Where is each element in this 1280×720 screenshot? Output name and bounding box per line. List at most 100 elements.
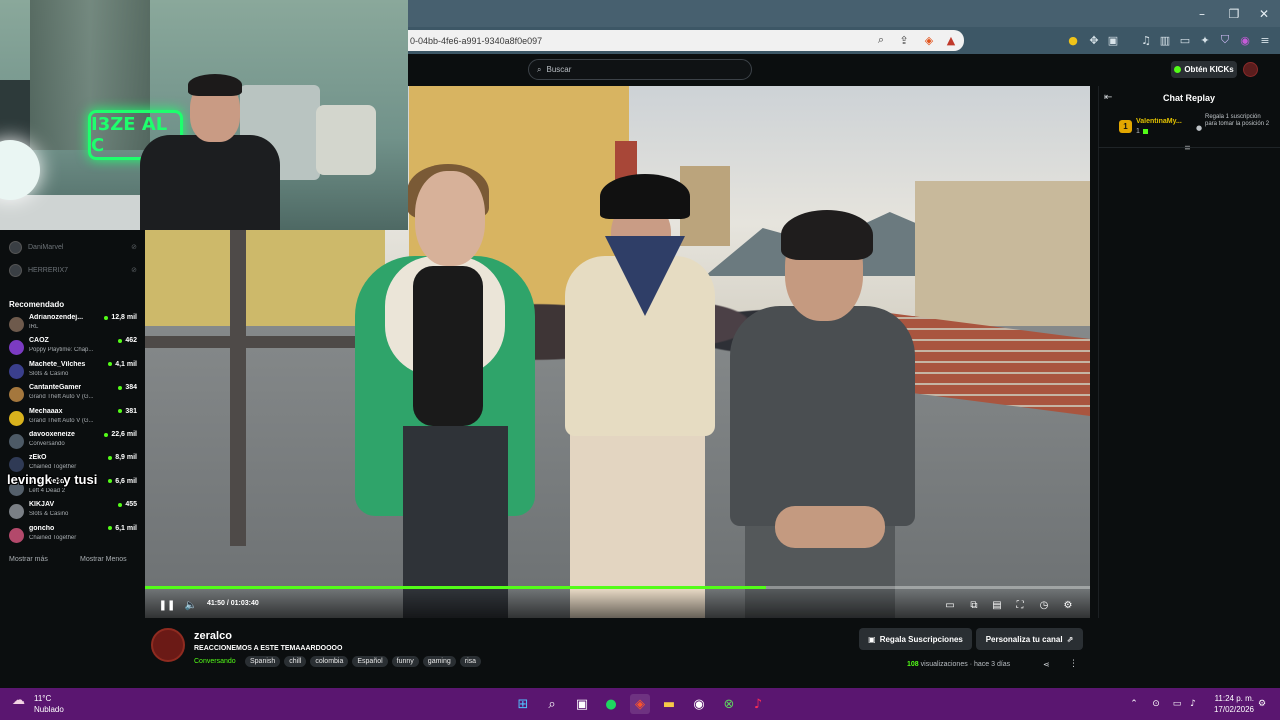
stream-tag[interactable]: Spanish: [245, 656, 281, 667]
streamer-avatar[interactable]: [151, 628, 185, 662]
search-input[interactable]: ⌕ Buscar: [528, 59, 752, 80]
profile-icon[interactable]: ◉: [1238, 33, 1252, 47]
tiktok-icon[interactable]: ♪: [748, 694, 768, 714]
recommended-channel[interactable]: goncho Chained Together 6,1 mil: [9, 525, 137, 547]
more-options-icon[interactable]: ⋮: [1069, 659, 1078, 669]
sidebar-following-item[interactable]: HERRERIX7 ⊘: [9, 263, 137, 277]
channel-name: KIKJAV: [29, 501, 55, 509]
theater-mode-icon[interactable]: ▭: [943, 598, 957, 612]
fullscreen-icon[interactable]: ⛶: [1013, 598, 1027, 612]
sidebar-icon[interactable]: ▥: [1158, 33, 1172, 47]
live-dot-icon: [118, 338, 123, 343]
get-kicks-button[interactable]: Obtén KICKs: [1171, 61, 1237, 78]
minimize-button[interactable]: –: [1186, 0, 1218, 27]
chat-divider: [1098, 147, 1280, 148]
avatar: [9, 504, 24, 520]
recommended-channel[interactable]: Adrianozendej... IRL 12,8 mil: [9, 314, 137, 336]
spotify-icon[interactable]: ●: [601, 694, 621, 714]
recommended-channel[interactable]: Mechaaax Grand Theft Auto V (G... 381: [9, 408, 137, 430]
video-background: [230, 226, 246, 546]
recommended-channel[interactable]: davooxeneize Conversando 22,6 mil: [9, 431, 137, 453]
brave-shield-icon[interactable]: ◈: [922, 33, 936, 47]
avatar: [9, 240, 22, 254]
live-dot-icon: [118, 385, 123, 390]
avatar: [9, 457, 24, 473]
menu-icon[interactable]: ≡: [1258, 33, 1272, 47]
kick-coin-icon: [1174, 66, 1182, 73]
cloud-icon[interactable]: ☁: [12, 693, 30, 711]
network-icon[interactable]: ▭: [1171, 698, 1183, 710]
avatar: [9, 363, 24, 379]
channel-category: Chained Together: [29, 534, 77, 541]
leo-icon[interactable]: ✦: [1198, 33, 1212, 47]
weather-description[interactable]: Nublado: [34, 705, 64, 714]
notification-icon[interactable]: ⚙: [1256, 698, 1268, 710]
xbox-icon[interactable]: ⊗: [719, 694, 739, 714]
pause-icon[interactable]: ❚❚: [159, 598, 176, 612]
gift-subs-button[interactable]: ▣ Regala Suscripciones: [859, 628, 972, 650]
brave-rewards-icon[interactable]: ▲: [944, 33, 958, 47]
weather-temperature[interactable]: 11°C: [34, 694, 51, 703]
task-view-icon[interactable]: ▣: [572, 694, 592, 714]
recommended-channel[interactable]: Machete_Vilches Slots & Casino 4,1 mil: [9, 361, 137, 383]
settings-icon[interactable]: ⚙: [1061, 598, 1075, 612]
video-background: [915, 181, 1090, 341]
share-page-icon[interactable]: ⇪: [897, 33, 911, 47]
search-placeholder: Buscar: [546, 65, 572, 74]
maximize-button[interactable]: ❐: [1218, 0, 1250, 27]
search-icon[interactable]: ⌕: [542, 694, 562, 714]
webcam-person: [130, 70, 280, 230]
recommended-channel[interactable]: CantanteGamer Grand Theft Auto V (G... 384: [9, 384, 137, 406]
channel-name: Mechaaax: [29, 407, 63, 415]
avatar: [9, 410, 24, 426]
puzzle-icon[interactable]: ✥: [1087, 33, 1101, 47]
stream-tag[interactable]: gaming: [422, 656, 456, 667]
recommended-channel[interactable]: KIKJAV Slots & Casino 455: [9, 501, 137, 523]
screenshot-icon[interactable]: ▣: [1106, 33, 1120, 47]
steam-icon[interactable]: ◉: [689, 694, 709, 714]
avatar: [9, 387, 24, 403]
close-button[interactable]: ✕: [1248, 0, 1280, 27]
brave-icon[interactable]: ◈: [630, 694, 650, 714]
volume-icon[interactable]: 🔈: [184, 598, 198, 612]
recommended-channel[interactable]: CAOZ Poppy Playtime: Chap... 462: [9, 337, 137, 359]
microphone-icon[interactable]: ⊙: [1150, 698, 1162, 710]
extension-icon[interactable]: ●: [1066, 33, 1080, 47]
info-icon: ●: [1196, 124, 1203, 132]
start-menu-icon[interactable]: ⊞: [513, 694, 533, 714]
music-icon[interactable]: ♫: [1139, 33, 1153, 47]
pip-icon[interactable]: ⧉: [967, 598, 981, 612]
chevron-up-icon[interactable]: ⌃: [1128, 698, 1140, 710]
sidebar-following-item[interactable]: DaniMarvel ⊘: [9, 240, 137, 254]
stream-tag[interactable]: colombia: [310, 656, 349, 667]
channel-name: HERRERIX7: [28, 266, 69, 274]
streamer-name[interactable]: zeralco: [194, 630, 232, 642]
stream-tag[interactable]: chill: [284, 656, 307, 667]
clock-time[interactable]: 11:24 p. m.: [1204, 694, 1254, 703]
live-dot-icon: [118, 409, 123, 414]
clock-date[interactable]: 17/02/2026: [1204, 705, 1254, 714]
leaderboard-username[interactable]: ValentinaMy...: [1136, 118, 1190, 125]
video-figure: [600, 174, 690, 219]
show-less-link[interactable]: Mostrar Menos: [80, 556, 127, 563]
speed-icon[interactable]: ◷: [1037, 598, 1051, 612]
channel-name: CAOZ: [29, 337, 49, 345]
stream-tag[interactable]: risa: [459, 656, 482, 667]
stream-tag[interactable]: Español: [352, 656, 388, 667]
share-icon[interactable]: ⋖: [1043, 660, 1050, 669]
show-more-link[interactable]: Mostrar más: [9, 556, 48, 563]
stream-tag[interactable]: funny: [391, 656, 419, 667]
channel-category: Slots & Casino: [29, 370, 69, 377]
vpn-icon[interactable]: ⛉: [1218, 33, 1232, 47]
channel-name: goncho: [29, 524, 55, 532]
wallet-icon[interactable]: ▭: [1178, 33, 1192, 47]
channel-category: Left 4 Dead 2: [29, 487, 66, 494]
stream-category[interactable]: Conversando: [194, 658, 236, 665]
customize-channel-button[interactable]: Personaliza tu canal ⇗: [976, 628, 1083, 650]
cinema-icon[interactable]: ▤: [990, 598, 1004, 612]
zoom-icon[interactable]: ⌕: [874, 33, 888, 47]
viewer-count: 455: [118, 501, 137, 508]
volume-icon[interactable]: ♪: [1187, 698, 1199, 710]
user-avatar[interactable]: [1243, 62, 1258, 77]
file-explorer-icon[interactable]: ▬: [659, 694, 679, 714]
